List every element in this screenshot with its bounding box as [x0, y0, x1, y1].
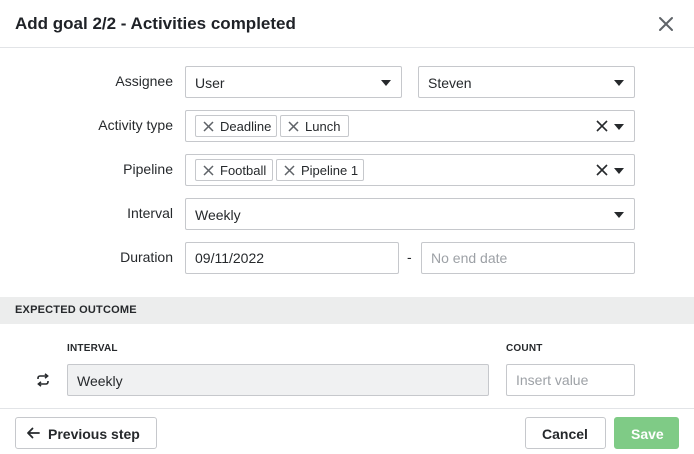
duration-end-input[interactable] — [421, 242, 635, 274]
previous-step-button[interactable]: Previous step — [15, 417, 157, 449]
activity-chip-deadline: Deadline — [195, 115, 277, 137]
assignee-user-select[interactable]: Steven — [418, 66, 635, 98]
count-column-header: COUNT — [506, 343, 543, 354]
remove-chip-icon[interactable] — [203, 165, 214, 176]
previous-step-label: Previous step — [48, 426, 140, 442]
cancel-button[interactable]: Cancel — [525, 417, 606, 449]
assignee-label: Assignee — [115, 73, 173, 89]
expected-outcome-bar: EXPECTED OUTCOME — [0, 297, 694, 324]
assignee-type-value: User — [195, 75, 225, 91]
save-button[interactable]: Save — [614, 417, 679, 449]
remove-chip-icon[interactable] — [284, 165, 295, 176]
interval-column-header: INTERVAL — [67, 343, 118, 354]
chip-label: Lunch — [305, 119, 341, 134]
chevron-down-icon — [614, 212, 624, 218]
clear-icon[interactable] — [596, 164, 608, 176]
activity-type-select[interactable]: Deadline Lunch — [185, 110, 635, 142]
dialog-footer: Previous step Cancel Save — [0, 408, 694, 454]
interval-select[interactable]: Weekly — [185, 198, 635, 230]
chip-label: Pipeline 1 — [301, 163, 359, 178]
pipeline-label: Pipeline — [123, 161, 173, 177]
section-title: EXPECTED OUTCOME — [15, 304, 137, 316]
chip-label: Deadline — [220, 119, 272, 134]
outcome-interval-field: Weekly — [67, 364, 489, 396]
save-label: Save — [631, 426, 664, 442]
outcome-interval-value: Weekly — [77, 373, 123, 389]
activity-chip-lunch: Lunch — [280, 115, 349, 137]
duration-start-input[interactable] — [185, 242, 399, 274]
duration-separator: - — [407, 249, 412, 265]
repeat-icon — [37, 373, 49, 387]
count-input[interactable] — [506, 364, 635, 396]
interval-value: Weekly — [195, 207, 241, 223]
chip-label: Football — [220, 163, 267, 178]
duration-label: Duration — [120, 249, 173, 265]
dialog-header: Add goal 2/2 - Activities completed — [0, 0, 694, 48]
remove-chip-icon[interactable] — [288, 121, 299, 132]
clear-icon[interactable] — [596, 120, 608, 132]
interval-label: Interval — [127, 205, 173, 221]
chevron-down-icon — [614, 168, 624, 174]
cancel-label: Cancel — [542, 426, 588, 442]
close-icon — [659, 17, 673, 31]
pipeline-chip-football: Football — [195, 159, 273, 181]
chevron-down-icon — [614, 80, 624, 86]
remove-chip-icon[interactable] — [203, 121, 214, 132]
arrow-left-icon — [27, 427, 40, 439]
assignee-user-value: Steven — [428, 75, 472, 91]
assignee-type-select[interactable]: User — [185, 66, 402, 98]
chevron-down-icon — [614, 124, 624, 130]
activity-type-label: Activity type — [98, 117, 173, 133]
dialog-title: Add goal 2/2 - Activities completed — [15, 14, 296, 33]
close-button[interactable] — [655, 13, 677, 35]
pipeline-select[interactable]: Football Pipeline 1 — [185, 154, 635, 186]
pipeline-chip-pipeline-1: Pipeline 1 — [276, 159, 364, 181]
chevron-down-icon — [381, 80, 391, 86]
